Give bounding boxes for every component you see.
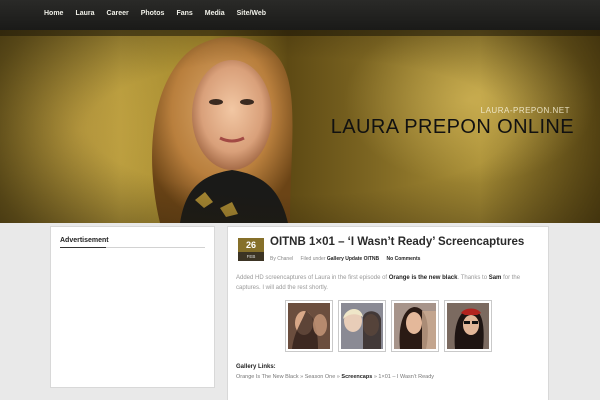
post-card: 26 FEB OITNB 1×01 – ‘I Wasn’t Ready’ Scr…: [227, 226, 549, 400]
thumbnail-image: [394, 303, 436, 349]
nav-item-fans[interactable]: Fans: [176, 10, 192, 17]
gallery-thumbnail[interactable]: [391, 300, 439, 352]
gallery-link-screencaps[interactable]: Screencaps: [341, 374, 372, 380]
thumbnail-image: [341, 303, 383, 349]
meta-comments-link[interactable]: No Comments: [387, 256, 421, 262]
post-date-badge: 26 FEB: [238, 238, 264, 262]
nav-item-media[interactable]: Media: [205, 10, 225, 17]
thumbnail-image: [288, 303, 330, 349]
nav-item-home[interactable]: Home: [44, 10, 63, 17]
nav-item-site-web[interactable]: Site/Web: [237, 10, 266, 17]
meta-category-gallery-update[interactable]: Gallery Update: [327, 256, 362, 262]
meta-filed-label: Filed under: [300, 256, 326, 262]
gallery-link-episode[interactable]: 1×01 – I Wasn’t Ready: [378, 374, 434, 380]
post-body-thanks-link[interactable]: Sam: [489, 275, 502, 281]
gallery-thumbnail[interactable]: [338, 300, 386, 352]
gallery-links-heading: Gallery Links:: [236, 364, 276, 370]
gallery-thumbnails: [285, 300, 497, 352]
post-body-part1: Added HD screencaptures of Laura in the …: [236, 275, 389, 281]
gallery-breadcrumb: Orange Is The New Black » Season One » S…: [236, 374, 434, 380]
post-title[interactable]: OITNB 1×01 – ‘I Wasn’t Ready’ Screencapt…: [270, 236, 524, 248]
site-title[interactable]: LAURA PREPON ONLINE: [331, 116, 574, 139]
gallery-thumbnail[interactable]: [285, 300, 333, 352]
header-banner[interactable]: LAURA-PREPON.NET LAURA PREPON ONLINE: [0, 30, 600, 223]
post-body-part2: . Thanks to: [457, 275, 489, 281]
sidebar: Advertisement: [50, 226, 215, 388]
nav-item-laura[interactable]: Laura: [75, 10, 94, 17]
post-body-show-link[interactable]: Orange is the new black: [389, 275, 458, 281]
nav-item-photos[interactable]: Photos: [141, 10, 165, 17]
gallery-link-season-one[interactable]: Season One: [305, 374, 336, 380]
post-body: Added HD screencaptures of Laura in the …: [236, 273, 540, 293]
post-date-month: FEB: [238, 252, 264, 261]
top-navigation: Home Laura Career Photos Fans Media Site…: [0, 0, 600, 30]
sidebar-widget-title: Advertisement: [60, 237, 205, 248]
meta-author[interactable]: Chanel: [277, 256, 293, 262]
meta-by-label: By: [270, 256, 276, 262]
nav-menu: Home Laura Career Photos Fans Media Site…: [44, 10, 278, 17]
nav-item-career[interactable]: Career: [107, 10, 129, 17]
site-domain: LAURA-PREPON.NET: [480, 106, 570, 115]
post-meta: By Chanel Filed under Gallery Update OIT…: [270, 256, 420, 262]
gallery-thumbnail[interactable]: [444, 300, 492, 352]
post-date-day: 26: [238, 238, 264, 252]
thumbnail-image: [447, 303, 489, 349]
gallery-link-oitnb[interactable]: Orange Is The New Black: [236, 374, 299, 380]
meta-category-oitnb[interactable]: OITNB: [364, 256, 380, 262]
